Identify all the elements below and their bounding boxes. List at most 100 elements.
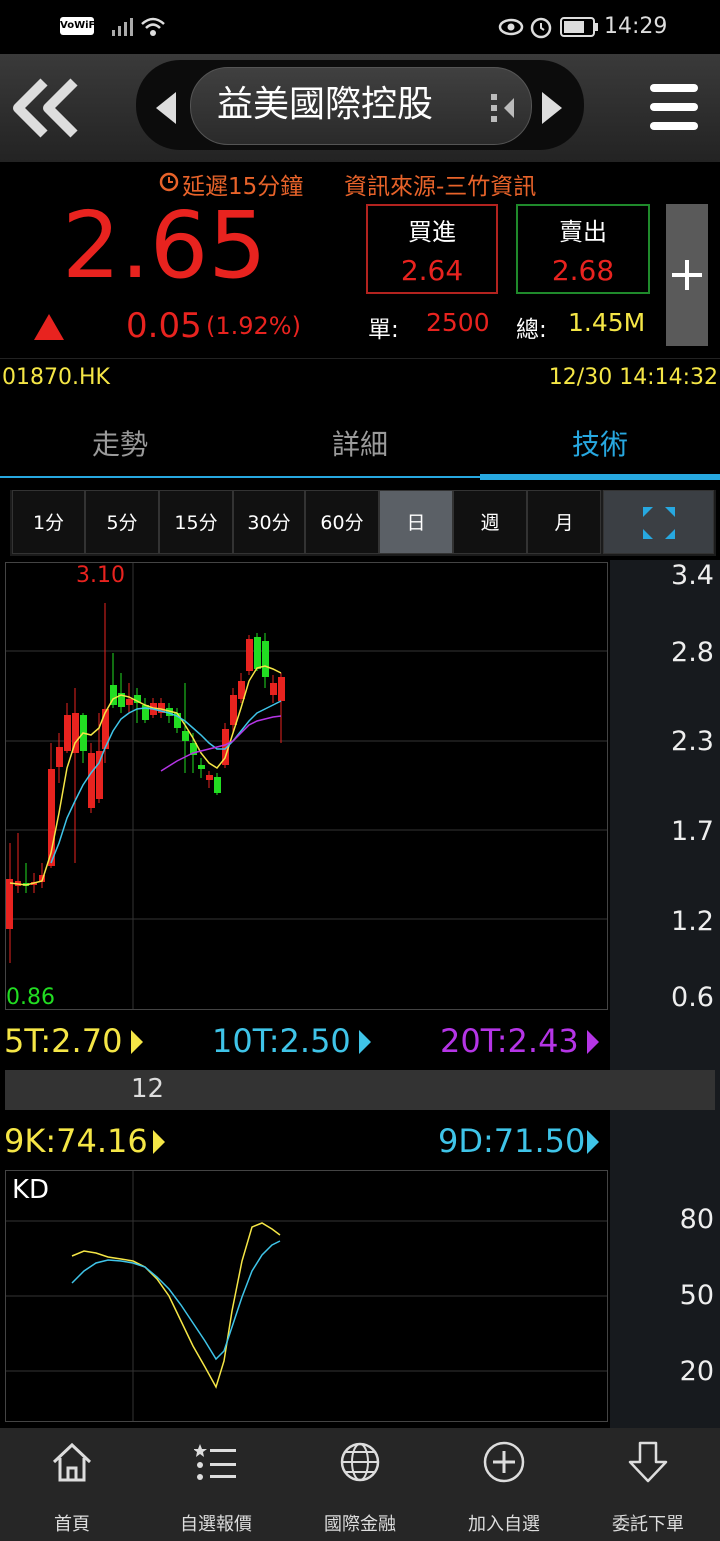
list-star-icon xyxy=(194,1444,236,1480)
nav-watchlist[interactable]: 自選報價 xyxy=(144,1428,288,1541)
stock-name[interactable]: 益美國際控股 xyxy=(190,67,460,143)
switch-stock-icon[interactable] xyxy=(488,90,518,126)
code-row: 01870.HK 12/30 14:14:32 xyxy=(0,358,720,401)
period-60min[interactable]: 60分 xyxy=(305,490,379,554)
last-price: 2.65 xyxy=(62,192,267,299)
ma-legend: 5T:2.70 10T:2.50 20T:2.43 xyxy=(0,1012,610,1070)
eye-icon xyxy=(498,18,524,36)
d-marker-icon xyxy=(587,1130,599,1154)
period-1min[interactable]: 1分 xyxy=(12,490,85,554)
period-month[interactable]: 月 xyxy=(527,490,601,554)
candle-up xyxy=(230,695,237,725)
candle-down xyxy=(198,765,205,769)
candle-down xyxy=(182,731,189,741)
ma5-marker-icon xyxy=(131,1030,143,1054)
status-bar: VoWiFi 14:29 xyxy=(0,0,720,54)
alarm-icon xyxy=(530,17,552,39)
candlestick-chart[interactable]: 3.10 0.86 xyxy=(5,562,608,1010)
date-marker-row: 12 xyxy=(5,1070,715,1110)
add-circle-icon xyxy=(483,1441,525,1483)
y-tick: 3.4 xyxy=(671,560,714,591)
back-double-chevron-icon[interactable] xyxy=(10,76,80,140)
k-value-label: 9K:74.16 xyxy=(4,1122,148,1160)
ma5-label: 5T:2.70 xyxy=(4,1022,123,1060)
nav-order[interactable]: 委託下單 xyxy=(576,1428,720,1541)
ma10-label: 10T:2.50 xyxy=(212,1022,351,1060)
candle-up xyxy=(96,751,103,799)
expand-quote-button[interactable] xyxy=(666,204,708,346)
unit-volume: 2500 xyxy=(426,308,490,337)
tab-active-indicator xyxy=(480,474,720,480)
y-tick: 2.8 xyxy=(671,637,714,668)
ma20-marker-icon xyxy=(587,1030,599,1054)
bottom-nav: 首頁 自選報價 國際金融 加入自選 委託下單 xyxy=(0,1428,720,1541)
y-tick: 2.3 xyxy=(671,726,714,757)
kd-legend: 9K:74.16 9D:71.50 xyxy=(0,1112,610,1170)
candle-up xyxy=(206,775,213,780)
stock-code: 01870.HK xyxy=(2,365,110,390)
plus-icon xyxy=(672,260,702,290)
tab-trend[interactable]: 走勢 xyxy=(0,410,240,480)
price-change: 0.05 xyxy=(126,306,202,346)
next-stock-icon[interactable] xyxy=(538,90,566,126)
candle-up xyxy=(278,677,285,701)
kd-y-tick: 80 xyxy=(679,1204,714,1235)
nav-watchlist-label: 自選報價 xyxy=(180,1514,252,1535)
tab-technical[interactable]: 技術 xyxy=(480,410,720,480)
quote-panel: 延遲15分鐘 資訊來源-三竹資訊 2.65 0.05 (1.92%) 買進 2.… xyxy=(0,162,720,358)
nav-home[interactable]: 首頁 xyxy=(0,1428,144,1541)
nav-add-watch-label: 加入自選 xyxy=(468,1514,540,1535)
candle-up xyxy=(56,747,63,767)
ask-label: 賣出 xyxy=(559,218,607,246)
period-5min[interactable]: 5分 xyxy=(85,490,159,554)
menu-icon[interactable] xyxy=(650,82,700,134)
nav-order-label: 委託下單 xyxy=(612,1514,684,1535)
k-marker-icon xyxy=(153,1130,165,1154)
kd-y-tick: 50 xyxy=(679,1280,714,1311)
y-tick: 1.2 xyxy=(671,906,714,937)
prev-stock-icon[interactable] xyxy=(152,90,180,126)
kd-chart[interactable]: KD xyxy=(5,1170,608,1422)
vowifi-icon: VoWiFi xyxy=(60,17,99,35)
candle-up xyxy=(88,753,95,808)
order-arrow-icon xyxy=(628,1441,668,1483)
d-value-label: 9D:71.50 xyxy=(438,1122,586,1160)
tab-detail[interactable]: 詳細 xyxy=(240,410,480,480)
bid-price: 2.64 xyxy=(400,254,464,287)
kd-y-tick: 20 xyxy=(679,1356,714,1387)
period-15min[interactable]: 15分 xyxy=(159,490,233,554)
candle-up xyxy=(246,639,253,671)
price-change-percent: (1.92%) xyxy=(206,312,301,340)
total-volume: 1.45M xyxy=(568,308,646,337)
bid-box[interactable]: 買進 2.64 xyxy=(366,204,498,294)
ask-price: 2.68 xyxy=(551,254,615,287)
ma20-label: 20T:2.43 xyxy=(440,1022,579,1060)
k-line xyxy=(71,1222,281,1389)
wifi-icon xyxy=(141,17,165,36)
month-marker: 12 xyxy=(131,1074,165,1104)
signal-icon xyxy=(112,18,133,36)
d-line xyxy=(71,1240,281,1361)
candle-down xyxy=(214,777,221,793)
period-30min[interactable]: 30分 xyxy=(233,490,305,554)
candle-up xyxy=(6,879,13,929)
nav-international[interactable]: 國際金融 xyxy=(288,1428,432,1541)
fullscreen-button[interactable] xyxy=(603,490,714,554)
battery-icon xyxy=(560,17,598,37)
ask-box[interactable]: 賣出 2.68 xyxy=(516,204,650,294)
app-header: 益美國際控股 xyxy=(0,54,720,162)
low-price-label: 0.86 xyxy=(6,985,55,1010)
price-axis: 3.4 2.8 2.3 1.7 1.2 0.6 80 50 20 xyxy=(610,560,720,1430)
candle-up xyxy=(64,715,71,751)
y-tick: 0.6 xyxy=(671,982,714,1013)
kd-chart-title: KD xyxy=(12,1175,50,1205)
period-week[interactable]: 週 xyxy=(453,490,527,554)
clock: 14:29 xyxy=(604,14,668,39)
nav-add-watch[interactable]: 加入自選 xyxy=(432,1428,576,1541)
period-day[interactable]: 日 xyxy=(379,490,453,554)
fullscreen-icon xyxy=(643,507,675,539)
period-bar: 1分 5分 15分 30分 60分 日 週 月 xyxy=(10,490,716,556)
candle-down xyxy=(262,641,269,677)
up-arrow-icon xyxy=(34,314,64,340)
nav-home-label: 首頁 xyxy=(54,1514,90,1535)
